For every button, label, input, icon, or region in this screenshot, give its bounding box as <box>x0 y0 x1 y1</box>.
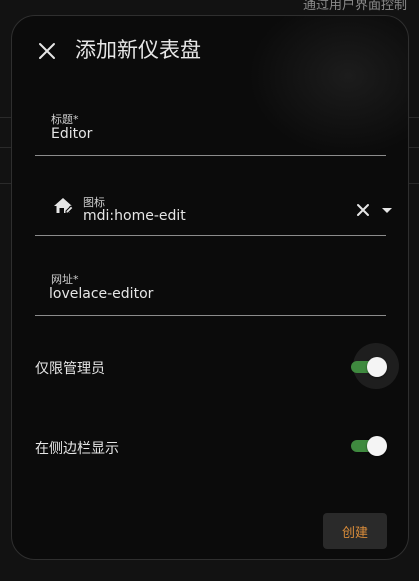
url-field-label: 网址* <box>51 273 79 286</box>
clear-icon[interactable] <box>353 200 373 220</box>
dropdown-arrow-icon[interactable] <box>377 200 397 220</box>
url-field-value: lovelace-editor <box>49 286 154 302</box>
home-edit-icon <box>54 198 74 214</box>
icon-field-value: mdi:home-edit <box>83 208 186 224</box>
show-in-sidebar-label: 在侧边栏显示 <box>35 441 119 457</box>
admin-only-label: 仅限管理员 <box>35 361 105 377</box>
create-button[interactable]: 创建 <box>323 513 387 549</box>
icon-field[interactable]: 图标 mdi:home-edit <box>35 191 392 236</box>
title-field-value: Editor <box>51 126 93 142</box>
show-in-sidebar-switch[interactable] <box>350 435 387 457</box>
dialog-header: 添加新仪表盘 <box>12 16 408 86</box>
dialog-title: 添加新仪表盘 <box>75 38 201 62</box>
switch-thumb <box>367 357 387 377</box>
close-icon <box>39 43 55 59</box>
switch-thumb <box>367 436 387 456</box>
admin-only-switch[interactable] <box>350 343 399 389</box>
title-field[interactable]: 标题* Editor <box>35 111 386 156</box>
url-field[interactable]: 网址* lovelace-editor <box>35 271 386 316</box>
close-button[interactable] <box>32 36 62 66</box>
new-dashboard-dialog: 添加新仪表盘 标题* Editor 图标 mdi:home-edit 网址* l… <box>11 15 409 560</box>
background-header-text: 通过用户界面控制 <box>302 0 407 13</box>
title-field-label: 标题* <box>51 113 79 126</box>
